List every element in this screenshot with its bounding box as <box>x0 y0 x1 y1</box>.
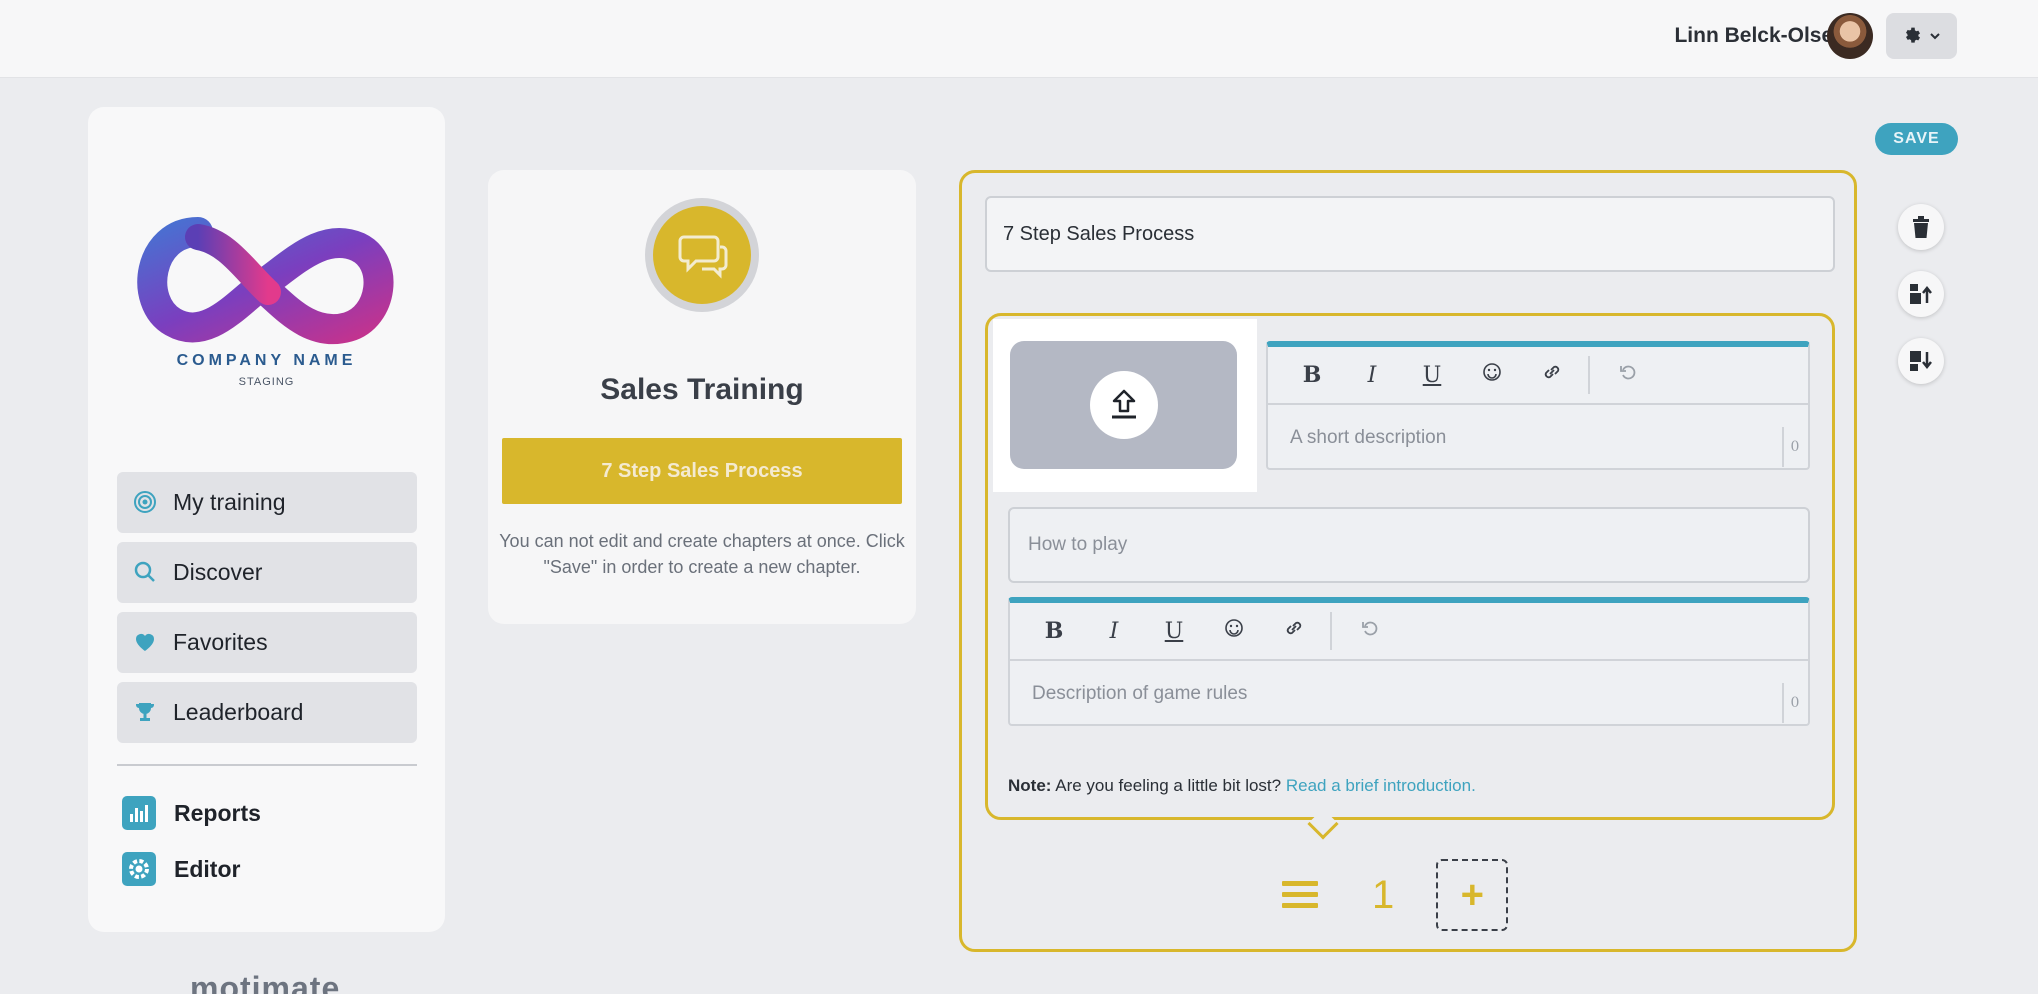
sidebar-item-label: Leaderboard <box>173 699 304 725</box>
help-note: Note: Are you feeling a little bit lost?… <box>1008 776 1476 796</box>
avatar[interactable] <box>1827 13 1873 59</box>
short-description-editor: B I U A short description 0 <box>1266 341 1810 470</box>
add-page-button[interactable]: + <box>1436 859 1509 931</box>
bar-chart-icon <box>122 796 156 830</box>
upload-icon <box>1112 389 1136 419</box>
sidebar-item-label: Discover <box>173 559 263 585</box>
settings-button[interactable] <box>1886 13 1957 59</box>
italic-button[interactable]: I <box>1084 619 1144 644</box>
link-button[interactable] <box>1264 617 1324 645</box>
undo-button[interactable] <box>1340 618 1400 644</box>
short-description-input[interactable]: A short description 0 <box>1268 405 1808 471</box>
sidebar-item-discover[interactable]: Discover <box>117 542 417 603</box>
chapter-button[interactable]: 7 Step Sales Process <box>502 438 902 504</box>
link-button[interactable] <box>1522 361 1582 389</box>
company-subtitle: STAGING <box>238 376 295 388</box>
how-to-play-input[interactable]: How to play <box>1008 507 1810 583</box>
sidebar-item-label: My training <box>173 489 286 515</box>
note-label: Note: <box>1008 776 1052 795</box>
underline-button[interactable]: U <box>1402 363 1462 388</box>
undo-button[interactable] <box>1598 362 1658 388</box>
brand-logo: motimate <box>190 970 341 994</box>
smiley-icon <box>1483 363 1501 381</box>
move-down-icon <box>1910 351 1932 371</box>
note-text: Are you feeling a little bit lost? <box>1055 776 1282 795</box>
sidebar-item-label: Reports <box>174 799 261 826</box>
introduction-link[interactable]: Read a brief introduction. <box>1286 776 1476 795</box>
course-title: Sales Training <box>600 373 804 406</box>
italic-button[interactable]: I <box>1342 363 1402 388</box>
image-upload-area <box>993 319 1257 492</box>
sidebar-item-editor[interactable]: Editor <box>122 852 240 886</box>
image-upload-button[interactable] <box>1010 341 1237 469</box>
game-rules-editor: B I U Description of game rules 0 <box>1008 597 1810 726</box>
gear-icon <box>1905 27 1920 43</box>
move-up-icon <box>1910 284 1932 304</box>
short-description-placeholder: A short description <box>1290 427 1447 448</box>
link-icon <box>1544 365 1560 379</box>
company-name: COMPANY NAME <box>176 352 357 369</box>
undo-icon <box>1620 365 1636 380</box>
bold-button[interactable]: B <box>1024 618 1084 644</box>
heart-icon <box>136 634 154 651</box>
sidebar-item-label: Editor <box>174 855 241 882</box>
undo-icon <box>1362 621 1378 636</box>
emoji-button[interactable] <box>1204 618 1264 644</box>
gear-icon <box>122 852 156 886</box>
page-number[interactable]: 1 <box>1372 873 1394 918</box>
search-icon <box>134 561 155 582</box>
sidebar-item-label: Favorites <box>173 629 268 655</box>
game-rules-input[interactable]: Description of game rules 0 <box>1010 661 1808 727</box>
chat-bubbles-icon <box>678 235 728 279</box>
link-icon <box>1286 621 1302 635</box>
smiley-icon <box>1225 619 1243 637</box>
sidebar-item-my-training[interactable]: My training <box>117 472 417 533</box>
trash-icon <box>1913 216 1929 238</box>
menu-icon[interactable] <box>1282 881 1320 909</box>
chapter-editor: 7 Step Sales Process B I U A short descr… <box>959 170 1857 952</box>
underline-button[interactable]: U <box>1144 619 1204 644</box>
sidebar-item-reports[interactable]: Reports <box>122 796 261 830</box>
top-bar: Linn Belck-Olsen <box>0 0 2038 78</box>
target-icon <box>134 491 156 513</box>
chevron-down-icon <box>1929 33 1940 40</box>
course-icon <box>645 198 759 312</box>
move-up-button[interactable] <box>1898 271 1944 317</box>
course-card: Sales Training 7 Step Sales Process You … <box>488 170 916 624</box>
char-count: 0 <box>1782 427 1806 467</box>
user-name[interactable]: Linn Belck-Olsen <box>1674 24 1846 48</box>
bold-button[interactable]: B <box>1282 362 1342 388</box>
editor-toolbar: B I U <box>1268 347 1808 405</box>
game-rules-placeholder: Description of game rules <box>1032 683 1248 704</box>
page-controls: 1 + <box>1282 859 1509 931</box>
chapter-note: You can not edit and create chapters at … <box>499 531 905 577</box>
sidebar-item-favorites[interactable]: Favorites <box>117 612 417 673</box>
editor-toolbar: B I U <box>1010 603 1808 661</box>
delete-button[interactable] <box>1898 204 1944 250</box>
sidebar-divider <box>117 764 417 766</box>
trophy-icon <box>136 703 154 721</box>
emoji-button[interactable] <box>1462 362 1522 388</box>
char-count: 0 <box>1782 683 1806 723</box>
game-settings-box: B I U A short description 0 How to play … <box>985 313 1835 840</box>
chapter-title-input[interactable]: 7 Step Sales Process <box>985 196 1835 272</box>
move-down-button[interactable] <box>1898 338 1944 384</box>
sidebar: COMPANY NAME STAGING My training Discove… <box>88 107 445 932</box>
sidebar-item-leaderboard[interactable]: Leaderboard <box>117 682 417 743</box>
save-button[interactable]: SAVE <box>1875 123 1958 155</box>
